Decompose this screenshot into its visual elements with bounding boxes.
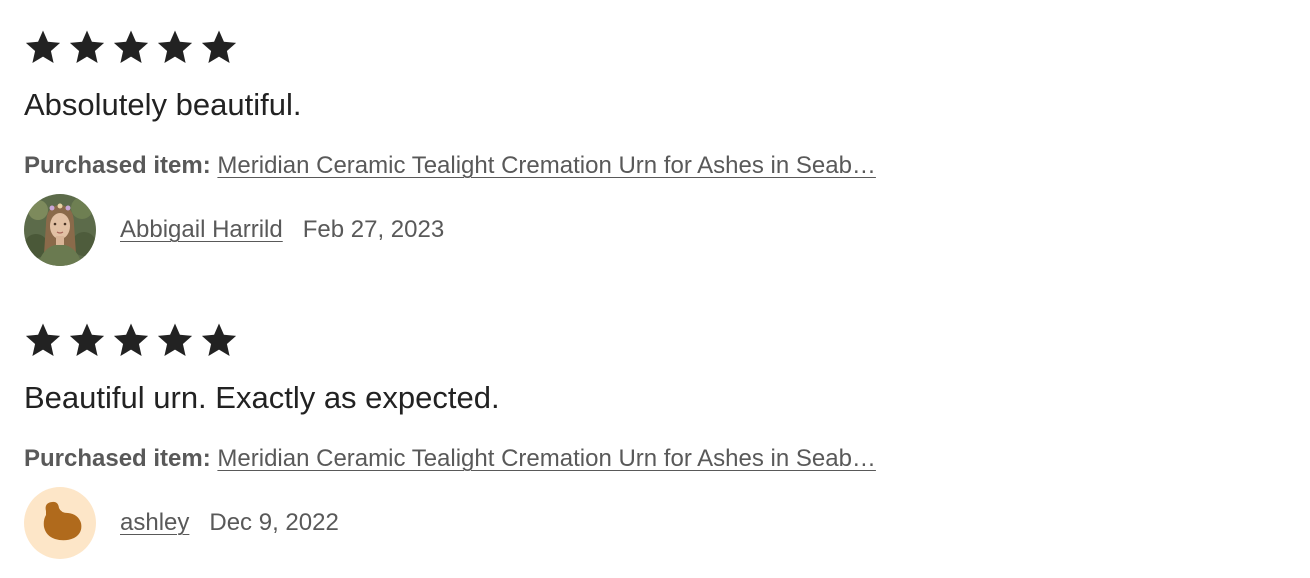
star-icon (112, 321, 150, 359)
star-icon (156, 321, 194, 359)
purchased-item-link[interactable]: Meridian Ceramic Tealight Cremation Urn … (217, 443, 876, 475)
star-icon (156, 28, 194, 66)
review-text: Beautiful urn. Exactly as expected. (24, 380, 500, 415)
star-icon (200, 321, 238, 359)
star-icon (200, 28, 238, 66)
purchased-item: Purchased item: Meridian Ceramic Tealigh… (24, 443, 876, 475)
star-rating (24, 28, 238, 66)
review-text: Absolutely beautiful. (24, 87, 302, 122)
reviewer-name-link[interactable]: Abbigail Harrild (120, 216, 283, 244)
avatar[interactable] (24, 194, 96, 266)
review-date: Feb 27, 2023 (302, 216, 445, 243)
star-icon (112, 28, 150, 66)
purchased-item-label: Purchased item: (24, 445, 218, 472)
review-date: Dec 9, 2022 (209, 509, 339, 536)
photo-avatar-icon (24, 194, 96, 266)
star-icon (68, 321, 106, 359)
purchased-item-label: Purchased item: (24, 152, 218, 179)
reviewer-name-link[interactable]: ashley (120, 509, 189, 537)
review-meta: Abbigail Harrild Feb 27, 2023 (24, 194, 444, 266)
review-meta: ashley Dec 9, 2022 (24, 487, 339, 559)
purchased-item-link[interactable]: Meridian Ceramic Tealight Cremation Urn … (217, 150, 876, 182)
star-icon (68, 28, 106, 66)
star-icon (24, 321, 62, 359)
avatar[interactable] (24, 487, 96, 559)
default-blob-avatar-icon (24, 487, 96, 559)
star-rating (24, 321, 238, 359)
purchased-item: Purchased item: Meridian Ceramic Tealigh… (24, 150, 876, 182)
star-icon (24, 28, 62, 66)
